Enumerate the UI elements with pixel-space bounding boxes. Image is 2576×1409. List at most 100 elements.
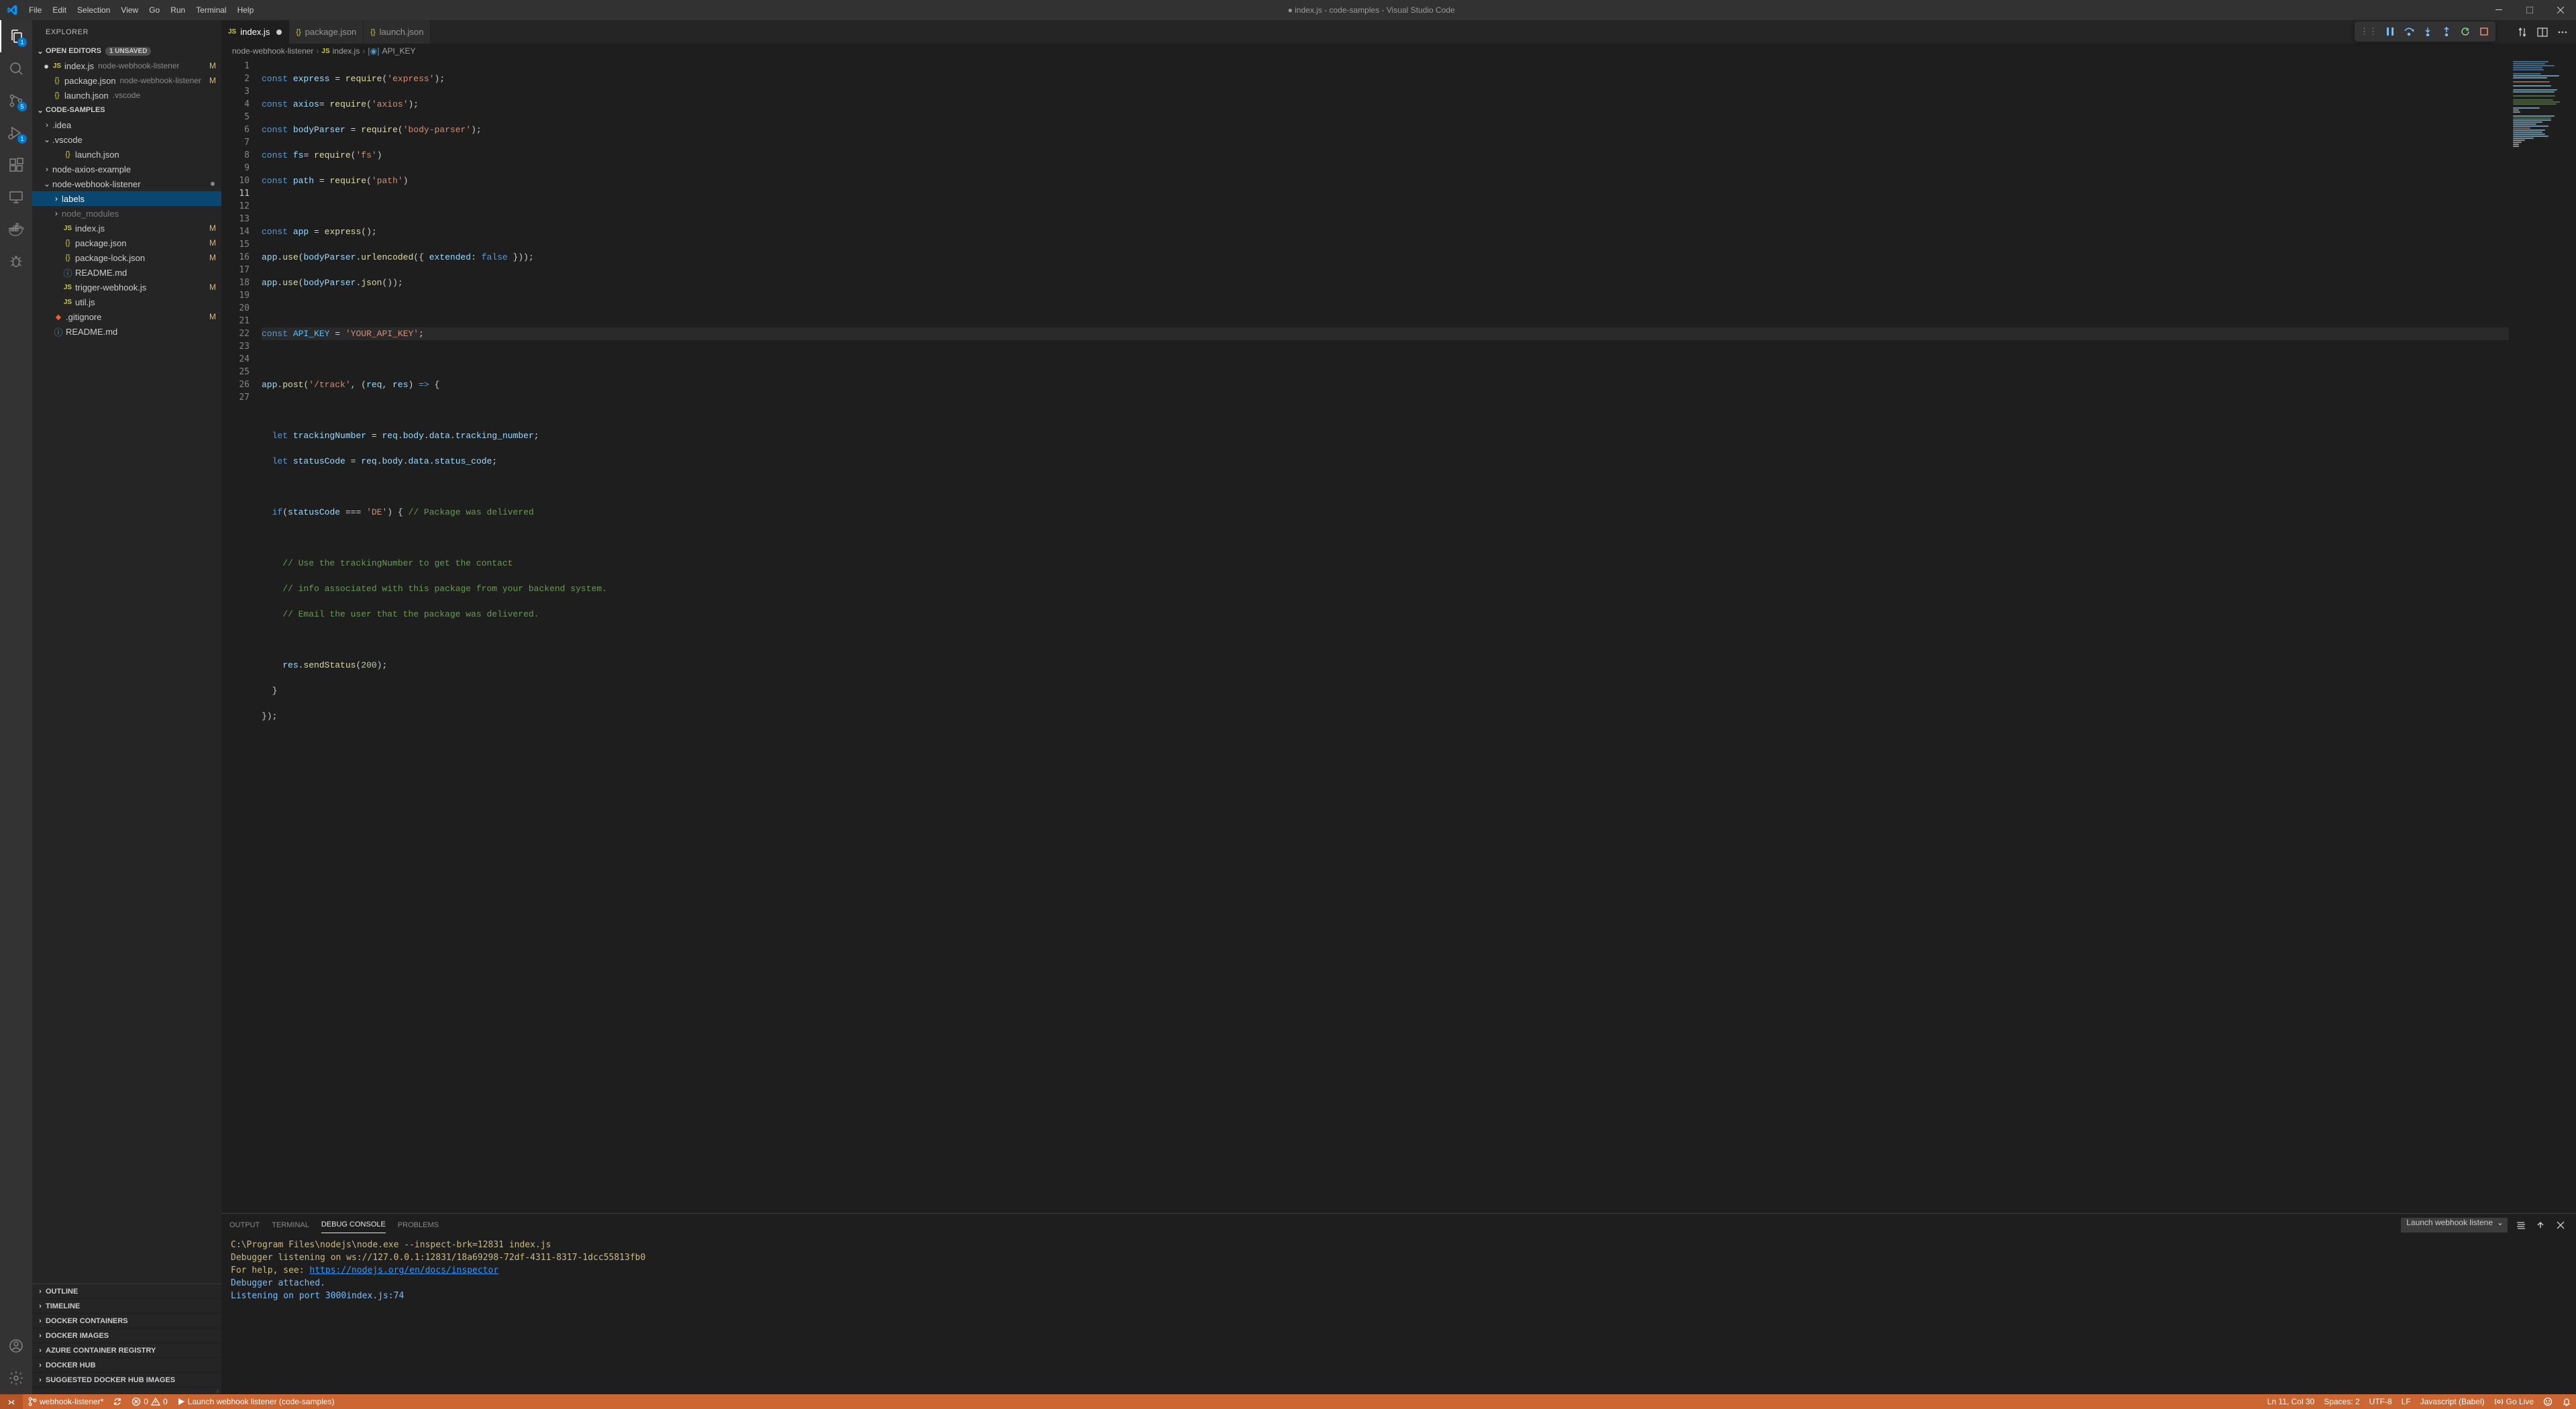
open-editor-item[interactable]: ● JS index.js node-webhook-listener M	[32, 58, 221, 73]
collapsed-section-header[interactable]: ›OUTLINE	[32, 1284, 221, 1299]
tree-file[interactable]: {}package-lock.jsonM	[32, 250, 221, 265]
remote-indicator[interactable]	[0, 1394, 23, 1409]
panel-tab-problems[interactable]: PROBLEMS	[398, 1217, 439, 1233]
clear-console-button[interactable]	[2513, 1218, 2528, 1233]
panel-tab-output[interactable]: OUTPUT	[229, 1217, 260, 1233]
close-panel-button[interactable]	[2553, 1218, 2568, 1233]
debug-step-out-button[interactable]	[2438, 23, 2455, 40]
language-mode-button[interactable]: Javascript (Babel)	[2416, 1394, 2489, 1409]
tree-file[interactable]: JStrigger-webhook.jsM	[32, 280, 221, 295]
maximize-button[interactable]	[2514, 0, 2545, 20]
compare-changes-button[interactable]	[2514, 24, 2530, 40]
activity-docker[interactable]	[0, 213, 32, 246]
maximize-panel-button[interactable]	[2533, 1218, 2548, 1233]
indentation-button[interactable]: Spaces: 2	[2319, 1394, 2364, 1409]
menu-view[interactable]: View	[115, 0, 144, 20]
debug-launch-indicator[interactable]: Launch webhook listener (code-samples)	[172, 1394, 339, 1409]
code-editor[interactable]: 1234567891011121314151617181920212223242…	[221, 58, 2576, 1213]
tree-file[interactable]: JSutil.js	[32, 295, 221, 309]
collapsed-section-header[interactable]: ›DOCKER IMAGES	[32, 1328, 221, 1343]
problems-button[interactable]: 0 0	[127, 1394, 172, 1409]
activity-accounts[interactable]	[0, 1330, 32, 1362]
encoding-button[interactable]: UTF-8	[2365, 1394, 2397, 1409]
source-link[interactable]: index.js:74	[346, 1290, 404, 1302]
activity-bug[interactable]	[0, 246, 32, 278]
debug-stop-button[interactable]	[2475, 23, 2493, 40]
open-editor-item[interactable]: {} launch.json .vscode	[32, 88, 221, 103]
tree-file[interactable]: ⓘREADME.md	[32, 324, 221, 339]
panel-tab-terminal[interactable]: TERMINAL	[272, 1217, 309, 1233]
cursor-position[interactable]: Ln 11, Col 30	[2263, 1394, 2320, 1409]
breadcrumb[interactable]: node-webhook-listener › JS index.js › [◉…	[221, 44, 2576, 58]
sidebar-scroll-indicator[interactable]: ›	[32, 1388, 221, 1394]
tab-label: index.js	[240, 27, 270, 37]
tree-file[interactable]: ⓘREADME.md	[32, 265, 221, 280]
activity-extensions[interactable]	[0, 149, 32, 181]
tree-file[interactable]: {}package.jsonM	[32, 236, 221, 250]
split-editor-button[interactable]	[2534, 24, 2551, 40]
workspace-header[interactable]: ⌄ CODE-SAMPLES	[32, 103, 221, 117]
menu-edit[interactable]: Edit	[47, 0, 72, 20]
menu-run[interactable]: Run	[165, 0, 191, 20]
collapsed-section-header[interactable]: ›SUGGESTED DOCKER HUB IMAGES	[32, 1373, 221, 1388]
more-actions-button[interactable]	[2555, 24, 2571, 40]
menu-help[interactable]: Help	[232, 0, 260, 20]
close-button[interactable]	[2545, 0, 2576, 20]
minimap[interactable]	[2509, 58, 2576, 1213]
debug-restart-button[interactable]	[2457, 23, 2474, 40]
breadcrumb-folder[interactable]: node-webhook-listener	[232, 46, 313, 56]
menu-file[interactable]: File	[23, 0, 47, 20]
debug-step-over-button[interactable]	[2400, 23, 2418, 40]
tree-folder[interactable]: ⌄.vscode	[32, 132, 221, 147]
window-title: ● index.js - code-samples - Visual Studi…	[259, 5, 2483, 15]
breadcrumb-file[interactable]: index.js	[333, 46, 360, 56]
collapsed-section-header[interactable]: ›DOCKER CONTAINERS	[32, 1314, 221, 1328]
tab-launch-json[interactable]: {} launch.json	[364, 20, 431, 44]
chevron-right-icon: ›	[35, 1347, 46, 1355]
open-editor-item[interactable]: {} package.json node-webhook-listener M	[32, 73, 221, 88]
collapsed-section-header[interactable]: ›TIMELINE	[32, 1299, 221, 1314]
activity-search[interactable]	[0, 52, 32, 85]
tree-file[interactable]: JSindex.jsM	[32, 221, 221, 236]
js-file-icon: JS	[51, 62, 63, 70]
debug-toolbar[interactable]: ⋮⋮	[2355, 21, 2496, 42]
panel-tab-debug-console[interactable]: DEBUG CONSOLE	[321, 1216, 386, 1233]
debug-session-selector[interactable]: Launch webhook listene ⌄	[2401, 1218, 2508, 1233]
console-line: Listening on port 3000	[231, 1290, 346, 1302]
tree-folder[interactable]: ⌄node-webhook-listener	[32, 176, 221, 191]
debug-step-into-button[interactable]	[2419, 23, 2436, 40]
activity-run-debug[interactable]: 1	[0, 117, 32, 149]
help-link[interactable]: https://nodejs.org/en/docs/inspector	[309, 1265, 498, 1275]
breadcrumb-symbol[interactable]: API_KEY	[382, 46, 415, 56]
tree-folder[interactable]: ›labels	[32, 191, 221, 206]
git-branch-button[interactable]: webhook-listener*	[23, 1394, 108, 1409]
console-line: For help, see: https://nodejs.org/en/doc…	[231, 1264, 498, 1277]
menu-selection[interactable]: Selection	[72, 0, 115, 20]
go-live-button[interactable]: Go Live	[2489, 1394, 2538, 1409]
sync-button[interactable]	[108, 1394, 127, 1409]
drag-handle-icon[interactable]: ⋮⋮	[2357, 26, 2380, 37]
tree-file[interactable]: {}launch.json	[32, 147, 221, 162]
menu-terminal[interactable]: Terminal	[191, 0, 231, 20]
tab-index-js[interactable]: JS index.js	[221, 20, 289, 44]
open-editors-header[interactable]: ⌄ OPEN EDITORS 1 UNSAVED	[32, 44, 221, 58]
minimize-button[interactable]	[2483, 0, 2514, 20]
tree-folder[interactable]: ›node_modules	[32, 206, 221, 221]
collapsed-section-header[interactable]: ›AZURE CONTAINER REGISTRY	[32, 1343, 221, 1358]
tab-package-json[interactable]: {} package.json	[289, 20, 364, 44]
notifications-button[interactable]	[2557, 1394, 2576, 1409]
tree-folder[interactable]: ›.idea	[32, 117, 221, 132]
debug-console-output[interactable]: C:\Program Files\nodejs\node.exe --inspe…	[221, 1236, 2576, 1394]
tree-folder[interactable]: ›node-axios-example	[32, 162, 221, 176]
activity-explorer[interactable]: 1	[0, 20, 32, 52]
activity-source-control[interactable]: 5	[0, 85, 32, 117]
debug-pause-button[interactable]	[2381, 23, 2399, 40]
menu-go[interactable]: Go	[144, 0, 165, 20]
activity-settings[interactable]	[0, 1362, 32, 1394]
eol-button[interactable]: LF	[2397, 1394, 2416, 1409]
collapsed-section-header[interactable]: ›DOCKER HUB	[32, 1358, 221, 1373]
code-content[interactable]: const express = require('express'); cons…	[262, 58, 2509, 1213]
tree-file[interactable]: ◆.gitignoreM	[32, 309, 221, 324]
activity-remote-explorer[interactable]	[0, 181, 32, 213]
feedback-button[interactable]	[2538, 1394, 2557, 1409]
